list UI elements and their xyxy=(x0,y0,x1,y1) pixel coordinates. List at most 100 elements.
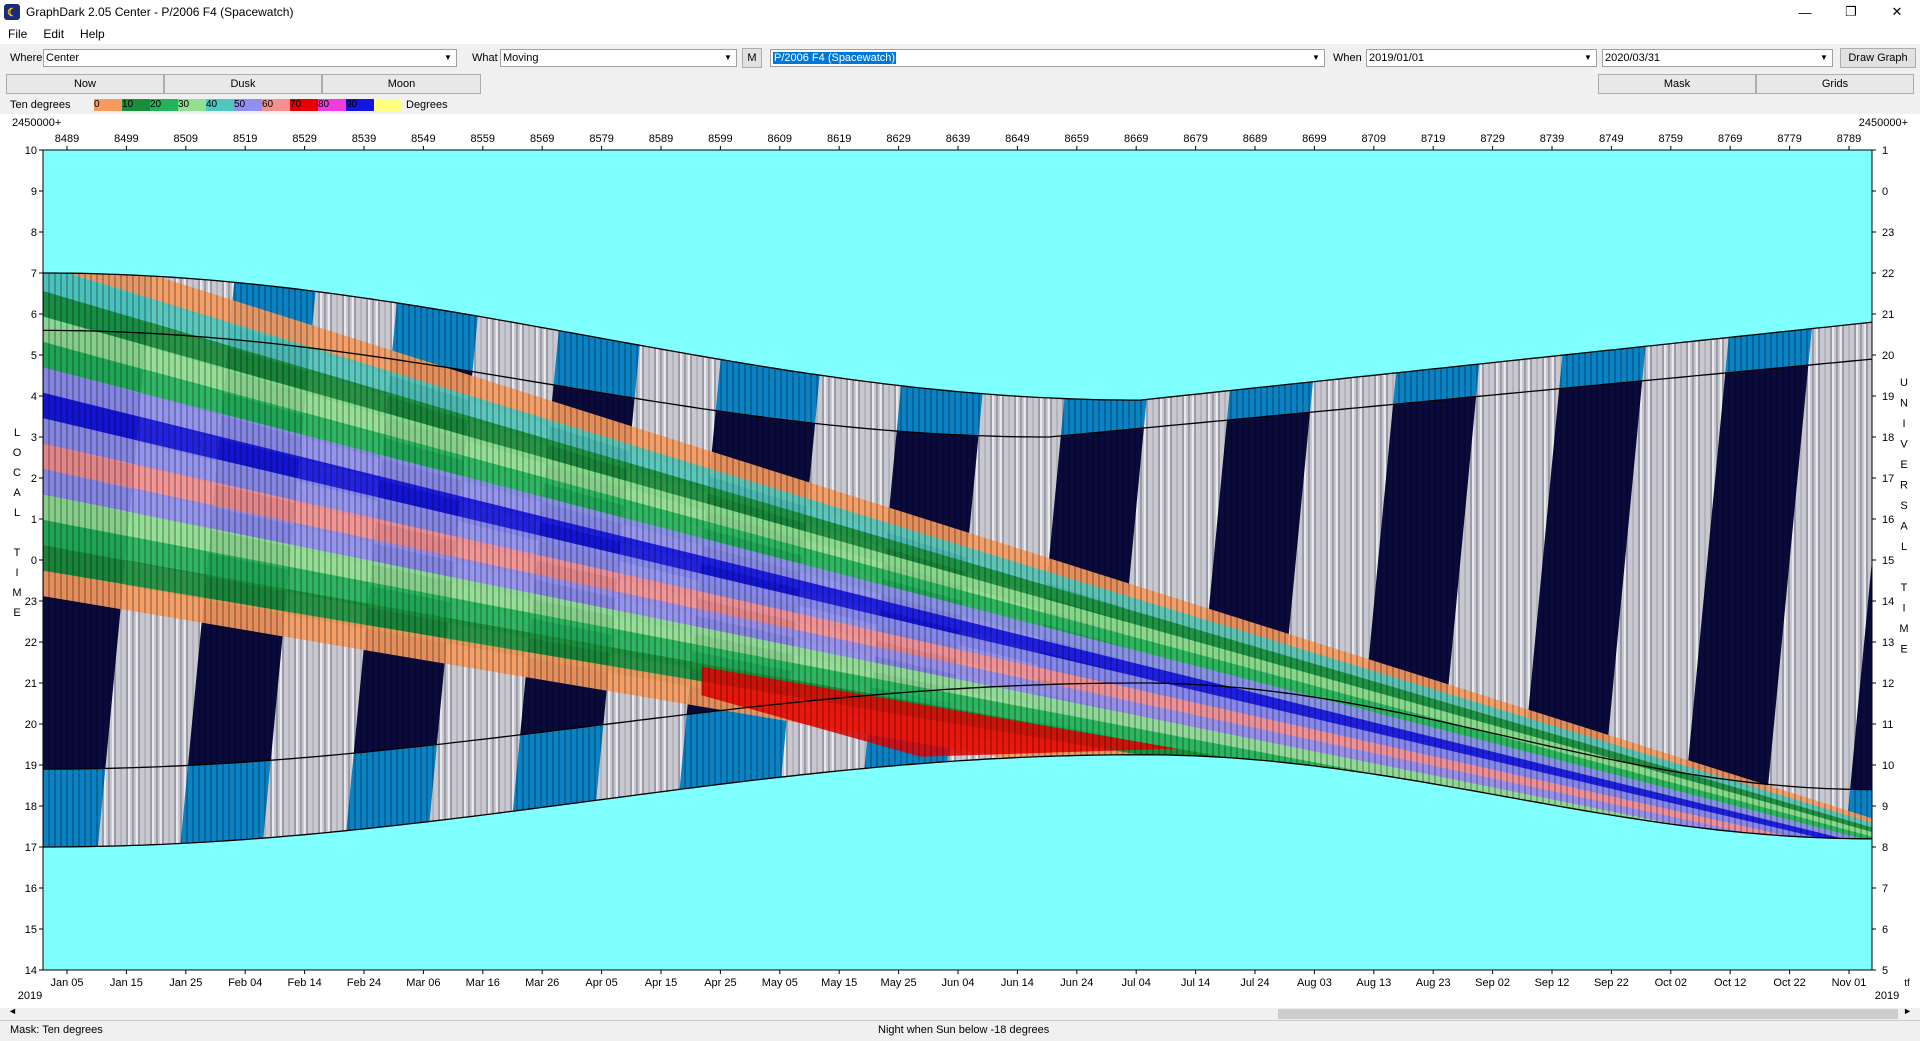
hour-label-right: 9 xyxy=(1882,801,1888,813)
jd-tick-label: 8669 xyxy=(1124,133,1148,145)
mask-button[interactable]: Mask xyxy=(1598,74,1756,94)
jd-tick-label: 8499 xyxy=(114,133,138,145)
what-label: What xyxy=(472,52,498,64)
close-button[interactable]: ✕ xyxy=(1874,0,1920,24)
legend-swatch: 90 xyxy=(346,99,374,111)
hour-label-left: 6 xyxy=(31,309,37,321)
hour-label-left: 4 xyxy=(31,391,37,403)
date-tick-label: Jun 04 xyxy=(941,977,974,989)
jd-tick-label: 8749 xyxy=(1599,133,1623,145)
date-tick-label: Feb 04 xyxy=(228,977,262,989)
restore-button[interactable]: ❐ xyxy=(1828,0,1874,24)
date-tick-label: Oct 22 xyxy=(1773,977,1805,989)
year-left: 2019 xyxy=(18,990,42,1002)
start-date-select[interactable]: 2019/01/01 ▼ xyxy=(1366,49,1597,67)
hour-label-left: 21 xyxy=(25,678,37,690)
draw-graph-button[interactable]: Draw Graph xyxy=(1840,48,1916,68)
scroll-right-icon[interactable]: ► xyxy=(1903,1006,1912,1016)
jd-tick-label: 8609 xyxy=(768,133,792,145)
hour-label-right: 1 xyxy=(1882,145,1888,157)
hour-label-left: 19 xyxy=(25,760,37,772)
jd-tick-label: 8629 xyxy=(886,133,910,145)
window-title: GraphDark 2.05 Center - P/2006 F4 (Space… xyxy=(26,5,294,19)
scroll-thumb[interactable] xyxy=(1278,1009,1898,1019)
scroll-left-icon[interactable]: ◄ xyxy=(8,1006,17,1016)
grids-button[interactable]: Grids xyxy=(1756,74,1914,94)
date-tick-label: Apr 05 xyxy=(585,977,617,989)
visibility-graph[interactable]: 8489 8499 8509 8519 8529 8539 8549 8559 8569 8579… xyxy=(0,114,1920,1008)
status-mask: Mask: Ten degrees xyxy=(10,1024,103,1036)
hour-label-right: 18 xyxy=(1882,432,1894,444)
end-date-select[interactable]: 2020/03/31 ▼ xyxy=(1602,49,1833,67)
hour-label-right: 5 xyxy=(1882,965,1888,977)
chevron-down-icon[interactable]: ▼ xyxy=(1581,51,1595,65)
hour-label-left: 9 xyxy=(31,186,37,198)
button-row: Now Dusk Moon Mask Grids xyxy=(0,73,1920,95)
status-bar: Mask: Ten degrees Night when Sun below -… xyxy=(0,1020,1920,1041)
menu-file[interactable]: File xyxy=(0,27,35,41)
hour-label-left: 20 xyxy=(25,719,37,731)
date-tick-label: Jul 14 xyxy=(1181,977,1210,989)
m-button[interactable]: M xyxy=(742,48,762,68)
hour-label-right: 0 xyxy=(1882,186,1888,198)
hour-label-left: 3 xyxy=(31,432,37,444)
hour-label-right: 8 xyxy=(1882,842,1888,854)
jd-tick-label: 8579 xyxy=(589,133,613,145)
hour-label-left: 8 xyxy=(31,227,37,239)
moon-button[interactable]: Moon xyxy=(322,74,481,94)
object-select[interactable]: P/2006 F4 (Spacewatch) ▼ xyxy=(770,49,1325,67)
where-label: Where xyxy=(10,52,43,64)
date-tick-label: Jan 05 xyxy=(50,977,83,989)
color-legend: Ten degrees 0 10 20 30 40 50 60 70 80 90 Degrees xyxy=(0,97,1920,113)
hour-label-right: 21 xyxy=(1882,309,1894,321)
legend-swatch: 40 xyxy=(206,99,234,111)
where-select[interactable]: Center ▼ xyxy=(43,49,457,67)
hour-label-right: 23 xyxy=(1882,227,1894,239)
date-tick-label: Mar 26 xyxy=(525,977,559,989)
what-select[interactable]: Moving ▼ xyxy=(500,49,737,67)
hour-label-left: 23 xyxy=(25,596,37,608)
jd-tick-label: 8699 xyxy=(1302,133,1326,145)
minimize-button[interactable]: — xyxy=(1782,0,1828,24)
horizontal-scrollbar[interactable]: ◄ ► xyxy=(8,1006,1912,1020)
jd-tick-label: 8569 xyxy=(530,133,554,145)
hour-label-right: 13 xyxy=(1882,637,1894,649)
jd-tick-label: 8769 xyxy=(1718,133,1742,145)
date-tick-label: May 25 xyxy=(881,977,917,989)
date-tick-label: May 05 xyxy=(762,977,798,989)
jd-tick-label: 8659 xyxy=(1065,133,1089,145)
hour-label-right: 11 xyxy=(1882,719,1893,731)
where-value: Center xyxy=(46,52,80,64)
year-right: 2019 xyxy=(1875,990,1899,1002)
hour-label-left: 7 xyxy=(31,268,37,280)
chevron-down-icon[interactable]: ▼ xyxy=(1817,51,1831,65)
hour-label-right: 15 xyxy=(1882,555,1894,567)
date-tick-label: Aug 13 xyxy=(1356,977,1391,989)
date-tick-label: Aug 23 xyxy=(1416,977,1451,989)
date-tick-label: Oct 02 xyxy=(1655,977,1687,989)
chevron-down-icon[interactable]: ▼ xyxy=(441,51,455,65)
menu-bar: File Edit Help xyxy=(0,24,1920,44)
menu-edit[interactable]: Edit xyxy=(35,27,72,41)
toolbar: Where Center ▼ What Moving ▼ M P/2006 F4… xyxy=(0,45,1920,71)
hour-label-left: 14 xyxy=(25,965,37,977)
legend-swatch: 20 xyxy=(150,99,178,111)
hour-label-left: 17 xyxy=(25,842,37,854)
date-tick-label: Jul 04 xyxy=(1122,977,1151,989)
jd-tick-label: 8729 xyxy=(1480,133,1504,145)
start-date-value: 2019/01/01 xyxy=(1369,52,1425,64)
hour-label-right: 7 xyxy=(1882,883,1888,895)
hour-label-right: 6 xyxy=(1882,924,1888,936)
date-tick-label: Jan 25 xyxy=(169,977,202,989)
jd-tick-label: 8489 xyxy=(55,133,79,145)
now-button[interactable]: Now xyxy=(6,74,164,94)
chevron-down-icon[interactable]: ▼ xyxy=(1309,51,1323,65)
menu-help[interactable]: Help xyxy=(72,27,113,41)
graph-canvas[interactable]: 8489 8499 8509 8519 8529 8539 8549 8559 8569 8579… xyxy=(0,114,1920,1008)
dusk-button[interactable]: Dusk xyxy=(164,74,322,94)
date-tick-label: Jan 15 xyxy=(110,977,143,989)
hour-label-left: 2 xyxy=(31,473,37,485)
legend-swatch: 50 xyxy=(234,99,262,111)
hour-label-right: 14 xyxy=(1882,596,1894,608)
chevron-down-icon[interactable]: ▼ xyxy=(721,51,735,65)
